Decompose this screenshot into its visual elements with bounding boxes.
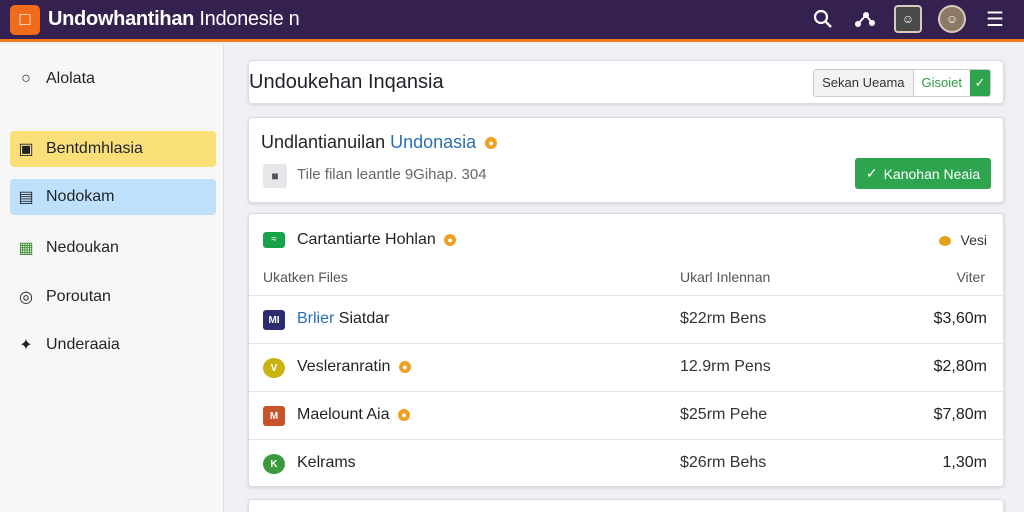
app-title: Undowhantihan Indonesie n <box>48 8 300 31</box>
coin-icon: ● <box>485 137 498 150</box>
row-name: Vesleranratin ● <box>297 358 411 376</box>
sidebar-item-underaaia[interactable]: ✦ Underaaia <box>10 327 216 363</box>
next-card <box>248 499 1004 512</box>
segment-middle[interactable]: Gisoiet <box>912 70 970 96</box>
top-bar: □ Undowhantihan Indonesie n ☺ ☺ ☰ <box>0 0 1024 42</box>
brand-icon: V <box>263 358 285 378</box>
brand-icon: M <box>263 406 285 426</box>
search-icon[interactable] <box>810 4 836 34</box>
row-mid-value: $25rm Pehe <box>680 406 768 423</box>
row-name-link[interactable]: Brlier <box>297 310 334 327</box>
doc-icon: ▣ <box>18 141 34 158</box>
segmented-control: Sekan Ueama Gisoiet ✓ <box>813 69 991 97</box>
target-icon: ◎ <box>19 289 33 306</box>
row-name: Brlier Siatdar <box>297 310 390 328</box>
sidebar-item-nodokam[interactable]: ▤ Nodokam <box>10 179 216 215</box>
table-row[interactable]: V Vesleranratin ● 12.9rm Pens $2,80m <box>249 343 1005 391</box>
check-icon: ✓ <box>865 165 878 181</box>
sidebar-item-label: Bentdmhlasia <box>46 140 143 157</box>
sidebar-item-alolata[interactable]: ○ Alolata <box>10 61 216 97</box>
avatar[interactable]: ☺ <box>938 5 966 33</box>
sidebar: ○ Alolata ▣ Bentdmhlasia ▤ Nodokam ▦ Ned… <box>0 45 224 512</box>
coin-icon: ● <box>397 408 410 421</box>
info-title-link[interactable]: Undonasia <box>390 132 476 152</box>
primary-action-label: Kanohan Neaia <box>883 165 981 182</box>
coin-icon: ● <box>444 233 457 246</box>
sidebar-item-label: Underaaia <box>46 336 120 353</box>
file-icon: ■ <box>263 164 287 188</box>
column-header[interactable]: Ukarl Inlennan <box>680 269 770 285</box>
row-mid-value: 12.9rm Pens <box>680 358 771 375</box>
table-filter-label: Vesi <box>960 232 987 248</box>
segment-left[interactable]: Sekan Ueama <box>814 70 913 96</box>
column-header[interactable]: Ukatken Files <box>263 269 348 285</box>
table-title-text: Cartantiarte Hohlan <box>297 231 436 248</box>
app-logo[interactable]: □ <box>10 4 40 35</box>
page-title: Undoukehan Inqansia <box>249 71 444 93</box>
brand-icon: K <box>263 454 285 474</box>
brand-icon: MI <box>263 310 285 330</box>
info-title-prefix: Undlantianuilan <box>261 132 386 152</box>
coin-icon <box>938 236 951 247</box>
sidebar-item-poroutan[interactable]: ◎ Poroutan <box>10 279 216 315</box>
table-row[interactable]: M Maelount Aia ● $25rm Pehe $7,80m <box>249 391 1005 439</box>
info-card: Undlantianuilan Undonasia ● ■ Tile filan… <box>248 117 1004 203</box>
sidebar-item-label: Nodokam <box>46 188 115 205</box>
wifi-icon: ≈ <box>263 232 285 248</box>
row-name-text: Vesleranratin <box>297 358 391 375</box>
row-name: Maelount Aia ● <box>297 406 410 424</box>
check-icon[interactable]: ✓ <box>970 70 990 96</box>
table-card: ≈ Cartantiarte Hohlan ● Vesi Ukatken Fil… <box>248 213 1005 487</box>
row-name: Kelrams <box>297 454 356 472</box>
sidebar-item-label: Alolata <box>46 70 95 87</box>
table-filter[interactable]: Vesi <box>938 232 987 248</box>
circle-icon: ○ <box>21 70 31 87</box>
row-name-text: Siatdar <box>338 310 390 327</box>
app-title-main: Undowhantihan <box>48 8 195 30</box>
row-mid-value: $26rm Behs <box>680 454 767 471</box>
primary-action-button[interactable]: ✓ Kanohan Neaia <box>855 158 991 189</box>
row-name-text: Kelrams <box>297 454 356 471</box>
tree-icon: ✦ <box>19 337 33 354</box>
row-value: $7,80m <box>933 406 987 423</box>
row-value: $2,80m <box>933 358 987 375</box>
sidebar-item-nedoukan[interactable]: ▦ Nedoukan <box>10 230 216 266</box>
sidebar-item-bentdmhlasia[interactable]: ▣ Bentdmhlasia <box>10 131 216 167</box>
info-subtitle: Tile filan leantle 9Gihap. 304 <box>297 166 487 183</box>
page-header-card: Undoukehan Inqansia Sekan Ueama Gisoiet … <box>248 60 1004 104</box>
row-value: 1,30m <box>942 454 987 471</box>
table-row[interactable]: K Kelrams $26rm Behs 1,30m <box>249 439 1005 487</box>
share-icon[interactable] <box>852 4 878 34</box>
row-name-text: Maelount Aia <box>297 406 390 423</box>
column-header[interactable]: Viter <box>956 269 985 285</box>
doc-icon: ▤ <box>18 189 34 206</box>
sidebar-item-label: Poroutan <box>46 288 111 305</box>
coin-icon: ● <box>398 360 411 373</box>
table-title: Cartantiarte Hohlan ● <box>297 231 457 249</box>
table-row[interactable]: MI Brlier Siatdar $22rm Bens $3,60m <box>249 295 1005 343</box>
doc-icon: ▦ <box>18 240 34 257</box>
app-title-suffix: Indonesie n <box>199 8 300 30</box>
row-mid-value: $22rm Bens <box>680 310 767 327</box>
top-actions: ☺ ☺ ☰ <box>810 4 1008 34</box>
avatar[interactable]: ☺ <box>894 5 922 33</box>
row-value: $3,60m <box>933 310 987 327</box>
sidebar-item-label: Nedoukan <box>46 239 119 256</box>
info-title: Undlantianuilan Undonasia ● <box>261 132 498 153</box>
menu-icon[interactable]: ☰ <box>982 4 1008 34</box>
